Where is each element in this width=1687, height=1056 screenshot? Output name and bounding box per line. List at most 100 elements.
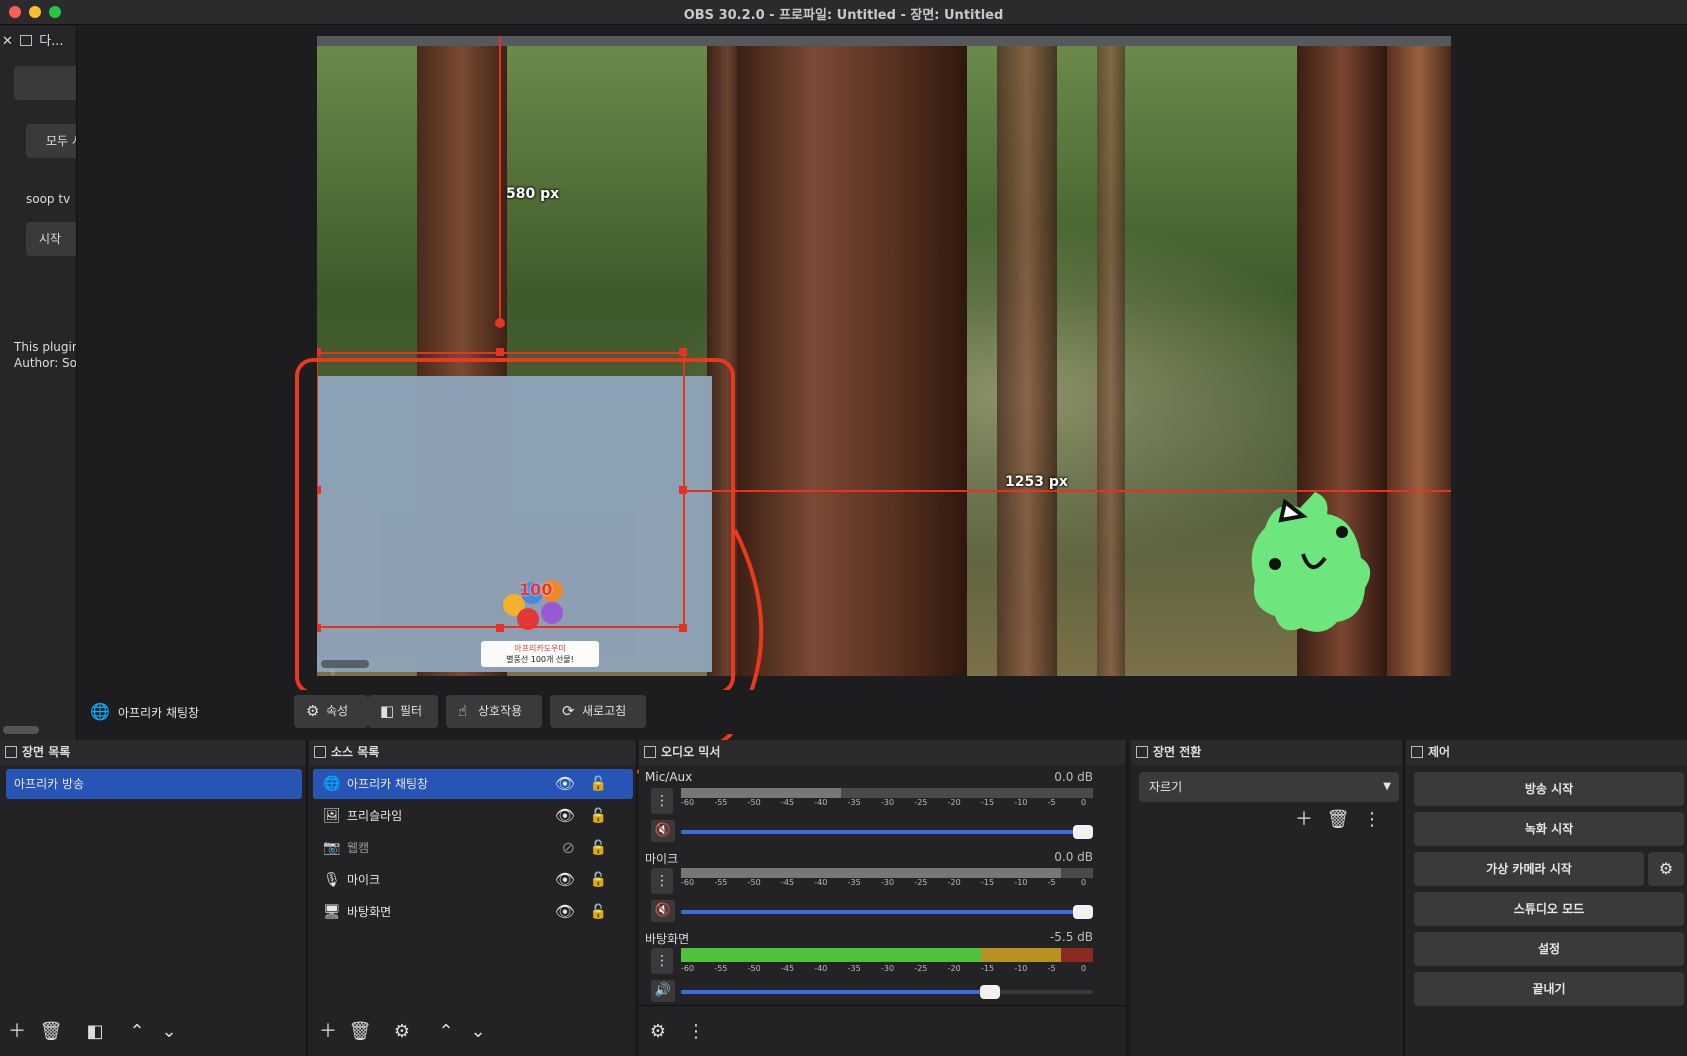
speaker-icon: 🔊	[654, 983, 672, 998]
properties-button[interactable]: ⚙ 속성	[294, 695, 368, 728]
settings-button[interactable]: 설정	[1414, 932, 1684, 966]
add-scene-button[interactable]: ＋	[4, 1020, 30, 1044]
channel-db: -5.5 dB	[1049, 930, 1093, 944]
visibility-eye-icon[interactable]: 👁	[555, 769, 575, 799]
tree-trunk	[997, 46, 1057, 676]
scale-tick-label: -40	[814, 878, 828, 887]
visibility-eye-icon[interactable]: 👁	[555, 865, 575, 895]
remove-transition-button[interactable]: 🗑	[1325, 808, 1351, 832]
channel-menu-button[interactable]: ⋮	[651, 948, 673, 974]
move-scene-down-button[interactable]: ⌄	[156, 1020, 182, 1044]
start-virtual-camera-button[interactable]: 가상 카메라 시작	[1414, 852, 1644, 886]
lock-icon[interactable]: 🔓	[590, 897, 607, 927]
scale-tick-label: -5	[1047, 798, 1056, 807]
channel-menu-button[interactable]: ⋮	[651, 788, 673, 814]
scale-tick-label: -30	[881, 878, 895, 887]
volume-knob[interactable]	[1073, 825, 1093, 839]
mute-button[interactable]: 🔇	[651, 900, 675, 922]
source-item[interactable]: 🎙 마이크 👁 🔓	[313, 865, 633, 895]
source-properties-button[interactable]: ⚙	[389, 1020, 415, 1044]
lock-icon[interactable]: 🔓	[590, 769, 607, 799]
sources-panel: 소스 목록 🌐 아프리카 채팅창 👁 🔓 🖼 프리슬라임 👁 🔓 📷 웹캠 ⊘ …	[309, 740, 637, 1056]
source-item[interactable]: 🖼 프리슬라임 👁 🔓	[313, 801, 633, 831]
dock-start-button[interactable]: 시작	[26, 222, 76, 256]
transition-menu-button[interactable]: ⋮	[1359, 808, 1385, 832]
scale-tick-label: -60	[681, 878, 695, 887]
visibility-eye-icon[interactable]: 👁	[555, 897, 575, 927]
hidden-eye-icon[interactable]: ⊘	[562, 833, 575, 863]
channel-db: 0.0 dB	[1054, 770, 1093, 784]
scale-tick-label: -55	[714, 964, 728, 973]
volume-slider[interactable]	[681, 905, 1093, 919]
dock-scrollbar[interactable]	[3, 726, 39, 734]
move-source-up-button[interactable]: ⌃	[433, 1020, 459, 1044]
scene-filters-button[interactable]: ◧	[82, 1020, 108, 1044]
trash-icon: 🗑	[39, 1021, 63, 1042]
scenes-header: 장면 목록	[0, 740, 306, 765]
start-recording-button[interactable]: 녹화 시작	[1414, 812, 1684, 846]
filter-icon: ◧	[86, 1021, 104, 1042]
scale-tick-label: -10	[1014, 878, 1028, 887]
chevron-down-icon: ⌄	[161, 1021, 177, 1042]
resize-handle[interactable]	[496, 348, 504, 356]
scale-tick-label: -35	[847, 878, 861, 887]
add-source-button[interactable]: ＋	[315, 1020, 341, 1044]
transition-select[interactable]: 자르기 ▼	[1139, 772, 1399, 802]
mute-button[interactable]: 🔊	[651, 980, 675, 1002]
volume-knob[interactable]	[980, 985, 1000, 999]
trash-icon: 🗑	[1326, 809, 1350, 830]
source-item[interactable]: 🌐 아프리카 채팅창 👁 🔓	[313, 769, 633, 799]
advanced-audio-button[interactable]: ⚙	[645, 1020, 671, 1044]
start-streaming-button[interactable]: 방송 시작	[1414, 772, 1684, 806]
source-item[interactable]: 📷 웹캠 ⊘ 🔓	[313, 833, 633, 863]
dock-all-button[interactable]: 모두 시	[26, 124, 76, 158]
scale-tick-label: -45	[781, 964, 795, 973]
visibility-eye-icon[interactable]: 👁	[555, 801, 575, 831]
resize-handle[interactable]	[679, 348, 687, 356]
channel-name: Mic/Aux	[645, 770, 693, 784]
mixer-channel: 바탕화면 -5.5 dB ⋮ -60 -55 -50 -45 -40 -35 -30 -25-…	[645, 930, 1093, 1008]
mixer-menu-button[interactable]: ⋮	[683, 1020, 709, 1044]
remove-scene-button[interactable]: 🗑	[38, 1020, 64, 1044]
mixer-header: 오디오 믹서	[639, 740, 1126, 765]
remove-source-button[interactable]: 🗑	[347, 1020, 373, 1044]
scale-tick-label: -15	[981, 878, 995, 887]
lock-icon[interactable]: 🔓	[590, 801, 607, 831]
guide-vertical-label: 580 px	[506, 186, 560, 202]
source-item[interactable]: 🖥 바탕화면 👁 🔓	[313, 897, 633, 927]
muted-speaker-icon: 🔇	[654, 823, 672, 838]
move-source-down-button[interactable]: ⌄	[465, 1020, 491, 1044]
microphone-icon: 🎙	[323, 872, 341, 888]
scale-tick-label: 0	[1081, 798, 1087, 807]
dock-blank-field[interactable]	[14, 66, 76, 100]
scale-tick-label: -20	[947, 964, 961, 973]
guide-horizontal-label: 1253 px	[1005, 474, 1068, 490]
lock-icon[interactable]: 🔓	[590, 833, 607, 863]
scale-tick-label: -25	[914, 878, 928, 887]
exit-button[interactable]: 끝내기	[1414, 972, 1684, 1006]
level-meter	[681, 948, 1093, 962]
scale-tick-label: -55	[714, 878, 728, 887]
studio-mode-button[interactable]: 스튜디오 모드	[1414, 892, 1684, 926]
scale-tick-label: -50	[747, 798, 761, 807]
channel-menu-button[interactable]: ⋮	[651, 868, 673, 894]
dock-float-icon[interactable]	[20, 35, 33, 46]
move-scene-up-button[interactable]: ⌃	[124, 1020, 150, 1044]
scale-tick-label: -50	[747, 964, 761, 973]
mute-button[interactable]: 🔇	[651, 820, 675, 842]
monitor-icon: 🖥	[323, 904, 341, 920]
virtual-camera-settings-button[interactable]: ⚙	[1648, 852, 1684, 886]
refresh-button[interactable]: ⟳ 새로고침	[550, 695, 646, 728]
filters-button[interactable]: ◧ 필터	[368, 695, 438, 728]
volume-slider[interactable]	[681, 825, 1093, 839]
scene-item[interactable]: 아프리카 방송	[6, 769, 302, 799]
volume-knob[interactable]	[1073, 905, 1093, 919]
scenes-panel: 장면 목록 아프리카 방송 ＋ 🗑 ◧ ⌃ ⌄	[0, 740, 307, 1056]
lock-icon[interactable]: 🔓	[590, 865, 607, 895]
interact-button[interactable]: ☝ 상호작용	[446, 695, 542, 728]
close-icon[interactable]: ✕	[2, 34, 13, 49]
resize-handle[interactable]	[317, 348, 321, 356]
add-transition-button[interactable]: ＋	[1291, 808, 1317, 832]
volume-slider[interactable]	[681, 985, 1093, 999]
service-label: soop tv	[26, 192, 71, 206]
